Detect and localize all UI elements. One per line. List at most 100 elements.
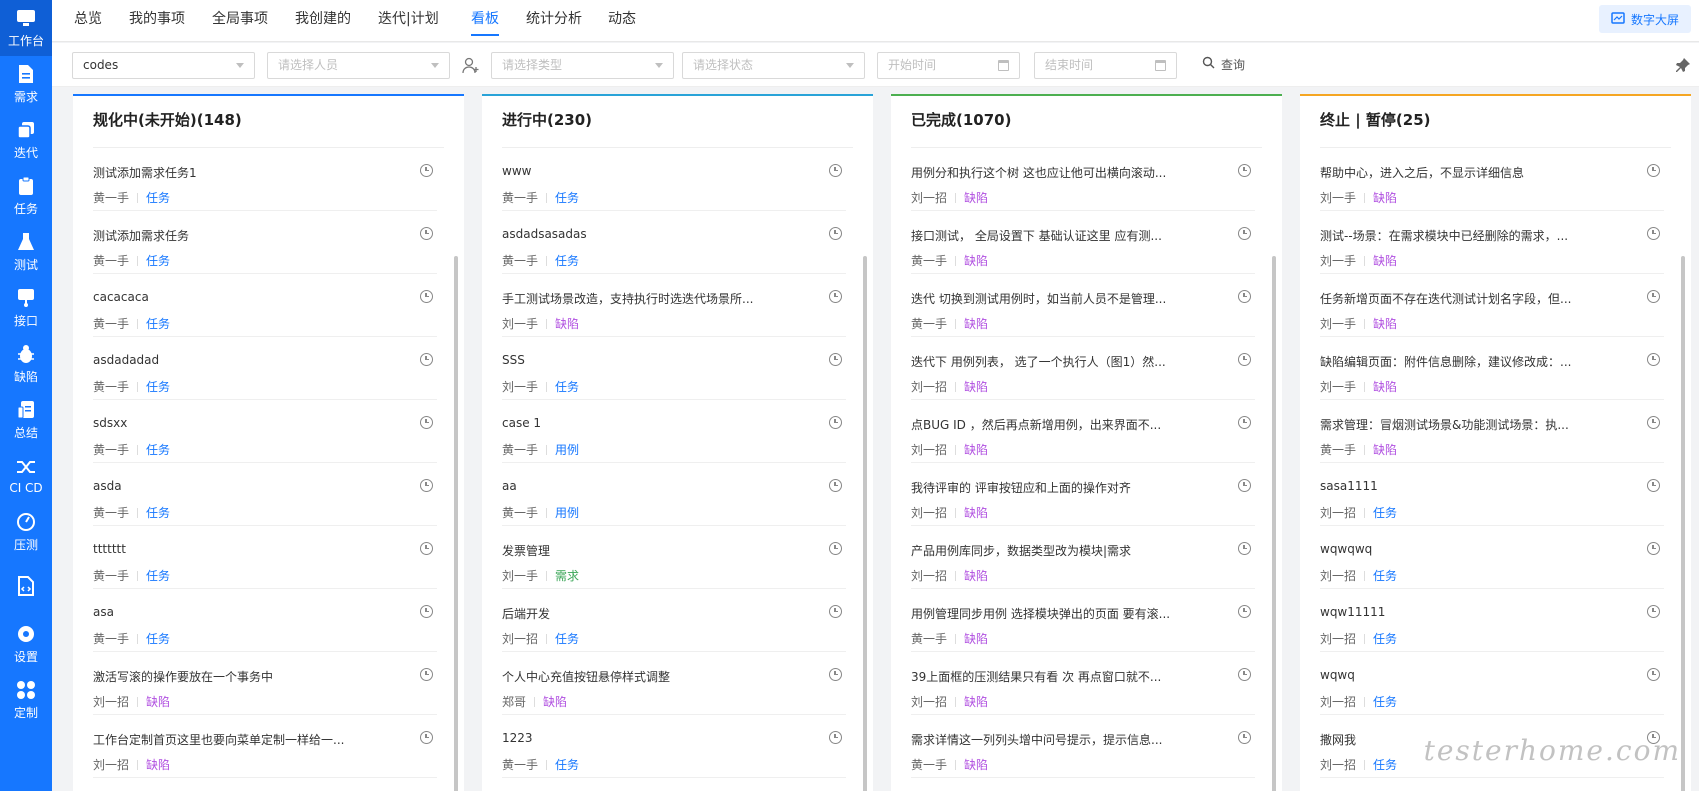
kanban-card[interactable]: wqwqwq 刘一招 任务 [1320,526,1664,589]
sidebar-item-summary[interactable]: 总结 [0,392,52,448]
gauge-icon [16,512,36,532]
tab-iteration-plan[interactable]: 迭代|计划 [378,0,439,42]
layers-icon [16,120,36,140]
card-title: 发票管理 [502,544,551,558]
kanban-card[interactable]: 迭代 切换到测试用例时，如当前人员不是管理... 黄一手 缺陷 [911,274,1255,337]
kanban-card[interactable]: cacacaca 黄一手 任务 [93,274,437,337]
kanban-card[interactable]: 工作台定制首页这里也要向菜单定制一样给一... 刘一招 缺陷 [93,715,437,778]
tab-global-items[interactable]: 全局事项 [212,0,268,42]
kanban-card[interactable]: 测试--场景：在需求模块中已经删除的需求，... 刘一手 缺陷 [1320,211,1664,274]
sidebar-item-label: 接口 [13,313,38,328]
clock-icon [829,353,842,366]
kanban-card[interactable]: sdsxx 黄一手 任务 [93,400,437,463]
kanban-card[interactable]: asdadadad 黄一手 任务 [93,337,437,400]
card-assignee: 刘一招 [1320,695,1357,709]
sidebar-item-requirements[interactable]: 需求 [0,56,52,112]
project-select[interactable]: codes [72,52,255,79]
kanban-card[interactable]: 点BUG ID ，然后再点新增用例，出来界面不... 刘一招 缺陷 [911,400,1255,463]
kanban-card[interactable]: 测试添加需求任务 黄一手 任务 [93,211,437,274]
sidebar-item-tasks[interactable]: 任务 [0,168,52,224]
sidebar-item-testing[interactable]: 测试 [0,224,52,280]
file-code-icon [16,576,36,596]
kanban-card[interactable]: 需求管理：冒烟测试场景&功能测试场景：执... 黄一手 缺陷 [1320,400,1664,463]
sidebar: 工作台 需求 迭代 任务 测试 接口 缺陷 总结 CI CD 压测 设置 定制 [0,0,52,791]
sidebar-item-cicd[interactable]: CI CD [0,448,52,504]
kanban-card[interactable]: 接口测试， 全局设置下 基础认证这里 应有测... 黄一手 缺陷 [911,211,1255,274]
kanban-card[interactable]: case 1 黄一手 用例 [502,400,846,463]
kanban-card[interactable]: ttttttt 黄一手 任务 [93,526,437,589]
end-date-picker[interactable]: 结束时间 [1034,52,1177,79]
card-assignee: 刘一招 [911,569,948,583]
type-select[interactable]: 请选择类型 [491,52,674,79]
clipboard-icon [16,176,36,196]
kanban-card[interactable]: wqw11111 刘一招 任务 [1320,589,1664,652]
sidebar-item-code[interactable] [0,560,52,616]
card-meta: 黄一手 任务 [93,567,170,584]
kanban-card[interactable]: SSS 刘一手 任务 [502,337,846,400]
pin-icon[interactable] [1675,57,1691,73]
scrollbar[interactable] [863,256,867,791]
kanban-card[interactable]: 任务新增页面不存在迭代测试计划名字段，但... 刘一手 缺陷 [1320,274,1664,337]
kanban-card[interactable]: 需求详情这一列列头增中问号提示，提示信息... 黄一手 缺陷 [911,715,1255,778]
kanban-card[interactable]: 产品用例库同步，数据类型改为模块|需求 刘一招 缺陷 [911,526,1255,589]
kanban-card[interactable]: sasa1111 刘一招 任务 [1320,463,1664,526]
kanban-card[interactable]: 用例管理同步用例 选择模块弹出的页面 要有滚... 黄一手 缺陷 [911,589,1255,652]
tab-statistics[interactable]: 统计分析 [526,0,582,42]
sidebar-item-defects[interactable]: 缺陷 [0,336,52,392]
kanban-card[interactable]: 手工测试场景改造，支持执行时选迭代场景所... 刘一手 缺陷 [502,274,846,337]
digital-screen-button[interactable]: 数字大屏 [1599,5,1691,33]
kanban-card[interactable]: 发票管理 刘一手 需求 [502,526,846,589]
kanban-card[interactable]: asda 黄一手 任务 [93,463,437,526]
divider [955,382,957,392]
sidebar-item-customize[interactable]: 定制 [0,672,52,728]
card-assignee: 刘一手 [1320,191,1357,205]
clock-icon [1647,542,1660,555]
sidebar-item-workbench[interactable]: 工作台 [0,0,52,56]
tab-overview[interactable]: 总览 [74,0,102,42]
query-button[interactable]: 查询 [1202,52,1245,79]
kanban-card[interactable]: aa 黄一手 用例 [502,463,846,526]
tab-kanban[interactable]: 看板 [471,0,499,42]
card-type: 缺陷 [964,632,989,646]
kanban-card[interactable]: 测试添加需求任务1 黄一手 任务 [93,148,437,211]
kanban-card[interactable]: asa 黄一手 任务 [93,589,437,652]
scrollbar[interactable] [1681,256,1685,791]
kanban-card[interactable]: 激活写滚的操作要放在一个事务中 刘一招 缺陷 [93,652,437,715]
clock-icon [420,479,433,492]
sidebar-item-iterations[interactable]: 迭代 [0,112,52,168]
sidebar-item-label: 迭代 [13,145,38,160]
kanban-card[interactable]: asdadsasadas 黄一手 任务 [502,211,846,274]
clock-icon [1647,290,1660,303]
clock-icon [420,164,433,177]
kanban-card[interactable]: 用例分和执行这个树 这也应让他可出横向滚动... 刘一招 缺陷 [911,148,1255,211]
clock-icon [829,542,842,555]
sidebar-item-load-test[interactable]: 压测 [0,504,52,560]
kanban-card[interactable]: 1223 黄一手 任务 [502,715,846,778]
sidebar-item-api[interactable]: 接口 [0,280,52,336]
person-select[interactable]: 请选择人员 [267,52,450,79]
card-assignee: 刘一手 [502,317,539,331]
start-date-picker[interactable]: 开始时间 [877,52,1020,79]
tab-my-items[interactable]: 我的事项 [129,0,185,42]
kanban-card[interactable]: www 黄一手 任务 [502,148,846,211]
kanban-card[interactable]: 39上面框的压测结果只有看 次 再点窗口就不... 刘一招 缺陷 [911,652,1255,715]
card-assignee: 刘一手 [1320,317,1357,331]
clock-icon [1238,353,1251,366]
tab-created-by-me[interactable]: 我创建的 [295,0,351,42]
kanban-card[interactable]: wqwq 刘一招 任务 [1320,652,1664,715]
scrollbar[interactable] [454,256,458,791]
sidebar-item-settings[interactable]: 设置 [0,616,52,672]
kanban-card[interactable]: 迭代下 用例列表， 选了一个执行人（图1）然... 刘一招 缺陷 [911,337,1255,400]
kanban-card[interactable]: 后端开发 刘一招 任务 [502,589,846,652]
kanban-card[interactable]: 个人中心充值按钮悬停样式调整 郑哥 缺陷 [502,652,846,715]
add-user-icon[interactable] [462,57,480,75]
card-title: SSS [502,353,525,367]
tab-activity[interactable]: 动态 [608,0,636,42]
card-meta: 黄一手 用例 [502,504,579,521]
scrollbar[interactable] [1272,256,1276,791]
divider [1364,508,1366,518]
status-select[interactable]: 请选择状态 [682,52,865,79]
kanban-card[interactable]: 缺陷编辑页面：附件信息删除，建议修改成：... 刘一手 缺陷 [1320,337,1664,400]
kanban-card[interactable]: 帮助中心，进入之后，不显示详细信息 刘一手 缺陷 [1320,148,1664,211]
kanban-card[interactable]: 我待评审的 评审按钮应和上面的操作对齐 刘一招 缺陷 [911,463,1255,526]
